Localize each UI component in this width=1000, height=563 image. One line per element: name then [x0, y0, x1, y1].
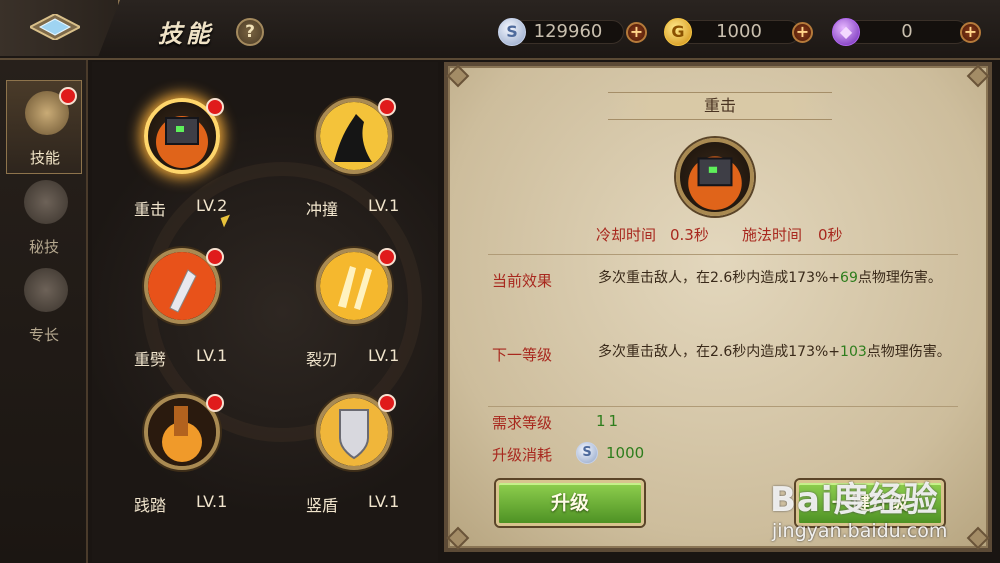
gold-coin-icon: G: [664, 18, 692, 46]
upgrade-button[interactable]: 升级: [496, 480, 644, 526]
gem-add-button[interactable]: +: [960, 22, 981, 43]
upgrade-cost-label: 升级消耗: [492, 446, 553, 464]
corner-ornament: [966, 526, 990, 550]
gold-amount: 1000: [678, 20, 800, 44]
heavy-strike-icon: [676, 138, 754, 216]
cooldown-label: 冷却时间: [596, 226, 657, 244]
notification-dot: [206, 248, 224, 266]
skill-name: 重击: [134, 200, 167, 219]
skill-level: LV.1: [196, 492, 228, 511]
skill-name: 践踏: [134, 496, 167, 515]
purple-gem-icon: ◆: [832, 18, 860, 46]
cast-time-label: 施法时间: [742, 226, 803, 244]
notification-dot: [378, 248, 396, 266]
notification-dot: [206, 394, 224, 412]
gem-currency: 0 ◆ +: [832, 18, 984, 46]
skill-name: 竖盾: [306, 496, 339, 515]
next-level-description: 多次重击敌人，在2.6秒内造成173%+103点物理伤害。: [598, 344, 951, 360]
top-bar: 技能 ? 129960 S + 1000 G + 0 ◆ +: [0, 0, 1000, 60]
corner-ornament: [446, 526, 470, 550]
skill-slot-charge[interactable]: 冲撞 LV.1: [306, 98, 456, 228]
current-effect-label: 当前效果: [492, 272, 553, 290]
required-level-value: 11: [596, 412, 622, 430]
gem-amount: 0: [846, 20, 968, 44]
skill-grid: 重击 LV.2 冲撞 LV.1 重劈 LV.1 裂刃 LV.1 践踏 LV.1: [92, 62, 438, 562]
sidebar-item-label: 专长: [28, 326, 59, 344]
corner-ornament: [446, 64, 470, 88]
upgrade-cost-value: 1000: [606, 444, 645, 462]
sidebar-item-secret[interactable]: 秘技: [6, 170, 82, 264]
skill-slot-heavy-slash[interactable]: 重劈 LV.1: [134, 248, 284, 378]
notification-dot: [206, 98, 224, 116]
detail-skill-name: 重击: [608, 92, 832, 120]
silver-amount: 129960: [512, 20, 624, 44]
skill-name: 重劈: [134, 350, 167, 369]
skill-slot-stomp[interactable]: 践踏 LV.1: [134, 394, 284, 524]
category-sidebar: 技能 秘技 专长: [0, 60, 88, 563]
back-button[interactable]: [0, 0, 120, 56]
skill-name: 冲撞: [306, 200, 339, 219]
required-level-label: 需求等级: [492, 414, 553, 432]
cooldown-value: 0.3秒: [670, 226, 709, 244]
skill-level: LV.1: [368, 346, 400, 365]
notification-dot: [378, 98, 396, 116]
page-title: 技能: [158, 20, 214, 48]
silver-currency: 129960 S +: [498, 18, 650, 46]
next-level-label: 下一等级: [492, 346, 553, 364]
help-button[interactable]: ?: [236, 18, 264, 46]
divider: [488, 254, 958, 255]
skill-level: LV.2: [196, 196, 228, 215]
sidebar-item-skills[interactable]: 技能: [6, 80, 82, 174]
silver-coin-icon: S: [576, 442, 598, 464]
skill-detail-panel: 重击 冷却时间 0.3秒 施法时间 0秒 当前效果 多次重击敌人，在2.6秒内造…: [444, 62, 992, 552]
skill-slot-split-blade[interactable]: 裂刃 LV.1: [306, 248, 456, 378]
skill-level: LV.1: [368, 492, 400, 511]
skill-level: LV.1: [196, 346, 228, 365]
gold-currency: 1000 G +: [664, 18, 816, 46]
silver-coin-icon: S: [498, 18, 526, 46]
current-effect-description: 多次重击敌人，在2.6秒内造成173%+69点物理伤害。: [598, 270, 942, 286]
sidebar-item-specialty[interactable]: 专长: [6, 258, 82, 352]
cast-time-value: 0秒: [818, 226, 843, 244]
sidebar-item-label: 技能: [29, 149, 60, 167]
divider: [488, 406, 958, 407]
silver-add-button[interactable]: +: [626, 22, 647, 43]
specialty-icon: [24, 268, 68, 312]
sidebar-item-label: 秘技: [28, 238, 59, 256]
skill-slot-raise-shield[interactable]: 竖盾 LV.1: [306, 394, 456, 524]
one-click-upgrade-button[interactable]: 一键升级: [796, 480, 944, 526]
skill-slot-heavy-strike[interactable]: 重击 LV.2: [134, 98, 284, 228]
back-diamond-icon: [30, 14, 80, 40]
notification-dot: [378, 394, 396, 412]
skill-level: LV.1: [368, 196, 400, 215]
skill-name: 裂刃: [306, 350, 339, 369]
gold-add-button[interactable]: +: [792, 22, 813, 43]
secret-skill-icon: [24, 180, 68, 224]
corner-ornament: [966, 64, 990, 88]
notification-dot: [59, 87, 77, 105]
